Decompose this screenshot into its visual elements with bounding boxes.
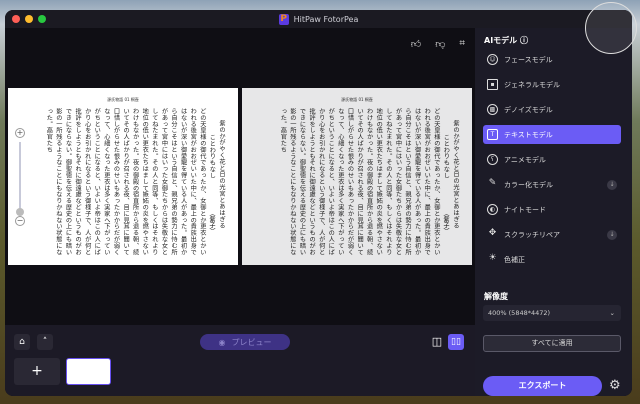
zoom-slider[interactable]: + − [15, 128, 27, 228]
sidebar: AIモデル ⓘ ☺ フェースモデル ▪ ジェネラルモデル ▩ デノイズモデル T テキス… [475, 28, 632, 396]
crop-icon[interactable]: ⌗ [459, 38, 465, 50]
model-general[interactable]: ▪ ジェネラルモデル [483, 75, 621, 94]
thumbs-down-icon[interactable]: 👎︎ [435, 38, 445, 50]
page-header: 源氏物語 01 桐壺 [107, 97, 139, 102]
patch-icon: ✥ [488, 228, 497, 238]
page-attribution: （紫子） [208, 210, 215, 234]
side-by-side-button[interactable]: ▯▯ [448, 334, 464, 350]
model-color-correct[interactable]: ☀ 色補正 [483, 250, 621, 269]
half-circle-icon: ◐ [487, 204, 498, 215]
gear-icon[interactable]: ⚙ [609, 378, 621, 393]
model-scratch[interactable]: ✥ スクラッチリペア ↓ [483, 225, 621, 244]
split-view-button[interactable]: ◫ [429, 334, 445, 350]
bottom-bar: ⌂ ˄ ◉ プレビュー ◫ ▯▯ + [5, 325, 475, 396]
text-icon: T [487, 129, 498, 140]
minimize-button[interactable] [25, 15, 33, 23]
model-label: ジェネラルモデル [504, 80, 560, 89]
preview-button[interactable]: ◉ プレビュー [200, 334, 290, 350]
page-body: どの天皇様の御代であったか、女御とか更衣とかいわれる後宮がおおぜいいた中に、最上… [45, 108, 206, 256]
enhanced-page: 源氏物語 01 桐壺 紫のかがやく花と日の光宮とあはぎる ことわりもなし どの天… [242, 88, 472, 265]
model-text[interactable]: T テキストモデル [483, 125, 621, 144]
model-face[interactable]: ☺ フェースモデル [483, 50, 621, 69]
zoom-handle[interactable] [16, 208, 24, 216]
info-icon[interactable]: ⓘ [520, 36, 528, 45]
sun-icon: ☀ [488, 253, 497, 263]
window-title: HitPaw FotorPea [293, 14, 359, 24]
page-body: どの天皇様の御代であったか、女御とか更衣とかいわれる後宮がおおぜいいた中に、最上… [279, 108, 440, 256]
resolution-select[interactable]: 400% (5848*4472) ⌄ [483, 305, 621, 321]
window-controls [12, 15, 46, 23]
zoom-in-button[interactable]: + [15, 128, 25, 138]
model-colorize[interactable]: ✎ カラー化モデル ↓ [483, 175, 621, 194]
canvas-area: 👍︎ 👎︎ ⌗ 源氏物語 01 桐壺 紫のかがやく花と日の光宮とあはぎる ことわ… [5, 28, 475, 325]
page-title: 紫のかがやく花と日の光宮とあはぎる [452, 120, 459, 229]
collapse-button[interactable]: ˄ [37, 334, 53, 350]
bear-icon: ʕ [487, 154, 498, 165]
zoom-out-button[interactable]: − [15, 216, 25, 226]
page-header: 源氏物語 01 桐壺 [341, 97, 373, 102]
apply-all-button[interactable]: すべてに適用 [483, 335, 621, 352]
page-text: 紫のかがやく花と日の光宮とあはぎる ことわりもなし どの天皇様の御代であったか、… [44, 108, 226, 258]
model-label: カラー化モデル [504, 180, 553, 189]
model-label: アニメモデル [504, 155, 546, 164]
denoise-icon: ▩ [487, 104, 498, 115]
resolution-label: 解像度 [484, 292, 508, 301]
model-label: ナイトモード [504, 205, 546, 214]
resolution-value: 400% (5848*4472) [488, 309, 551, 317]
title-bar: P HitPaw FotorPea [5, 10, 632, 28]
zoom-track[interactable] [19, 142, 21, 212]
app-logo-icon: P [278, 13, 289, 25]
brush-icon: ✎ [488, 178, 497, 188]
thumbs-up-icon[interactable]: 👍︎ [411, 38, 421, 50]
page-attribution: （紫子） [442, 210, 449, 234]
close-button[interactable] [12, 15, 20, 23]
image-icon: ▪ [487, 79, 498, 90]
model-label: フェースモデル [504, 55, 553, 64]
preview-label: プレビュー [231, 337, 272, 347]
page-author: ことわりもなし [208, 134, 216, 179]
chevron-down-icon: ⌄ [609, 309, 615, 317]
watermark-logo [585, 2, 637, 54]
model-label: スクラッチリペア [504, 230, 560, 239]
model-anime[interactable]: ʕ アニメモデル [483, 150, 621, 169]
page-author: ことわりもなし [442, 134, 450, 179]
model-label: テキストモデル [504, 130, 553, 139]
export-button[interactable]: エクスポート [483, 376, 602, 396]
app-window: P HitPaw FotorPea 👍︎ 👎︎ ⌗ 源氏物語 01 桐壺 紫のかが… [5, 10, 632, 396]
eye-icon: ◉ [218, 337, 226, 347]
maximize-button[interactable] [38, 15, 46, 23]
download-icon[interactable]: ↓ [607, 229, 617, 240]
image-thumbnail[interactable] [66, 358, 111, 385]
model-label: デノイズモデル [504, 105, 553, 114]
page-title: 紫のかがやく花と日の光宮とあはぎる [218, 120, 225, 229]
face-icon: ☺ [487, 54, 498, 65]
model-night[interactable]: ◐ ナイトモード [483, 200, 621, 219]
model-denoise[interactable]: ▩ デノイズモデル [483, 100, 621, 119]
home-button[interactable]: ⌂ [14, 334, 30, 350]
model-label: 色補正 [504, 255, 525, 264]
add-image-button[interactable]: + [14, 358, 60, 385]
original-page: 源氏物語 01 桐壺 紫のかがやく花と日の光宮とあはぎる ことわりもなし どの天… [8, 88, 238, 265]
ai-model-heading: AIモデル [484, 36, 518, 45]
download-icon[interactable]: ↓ [607, 179, 617, 190]
page-text: 紫のかがやく花と日の光宮とあはぎる ことわりもなし どの天皇様の御代であったか、… [278, 108, 460, 258]
